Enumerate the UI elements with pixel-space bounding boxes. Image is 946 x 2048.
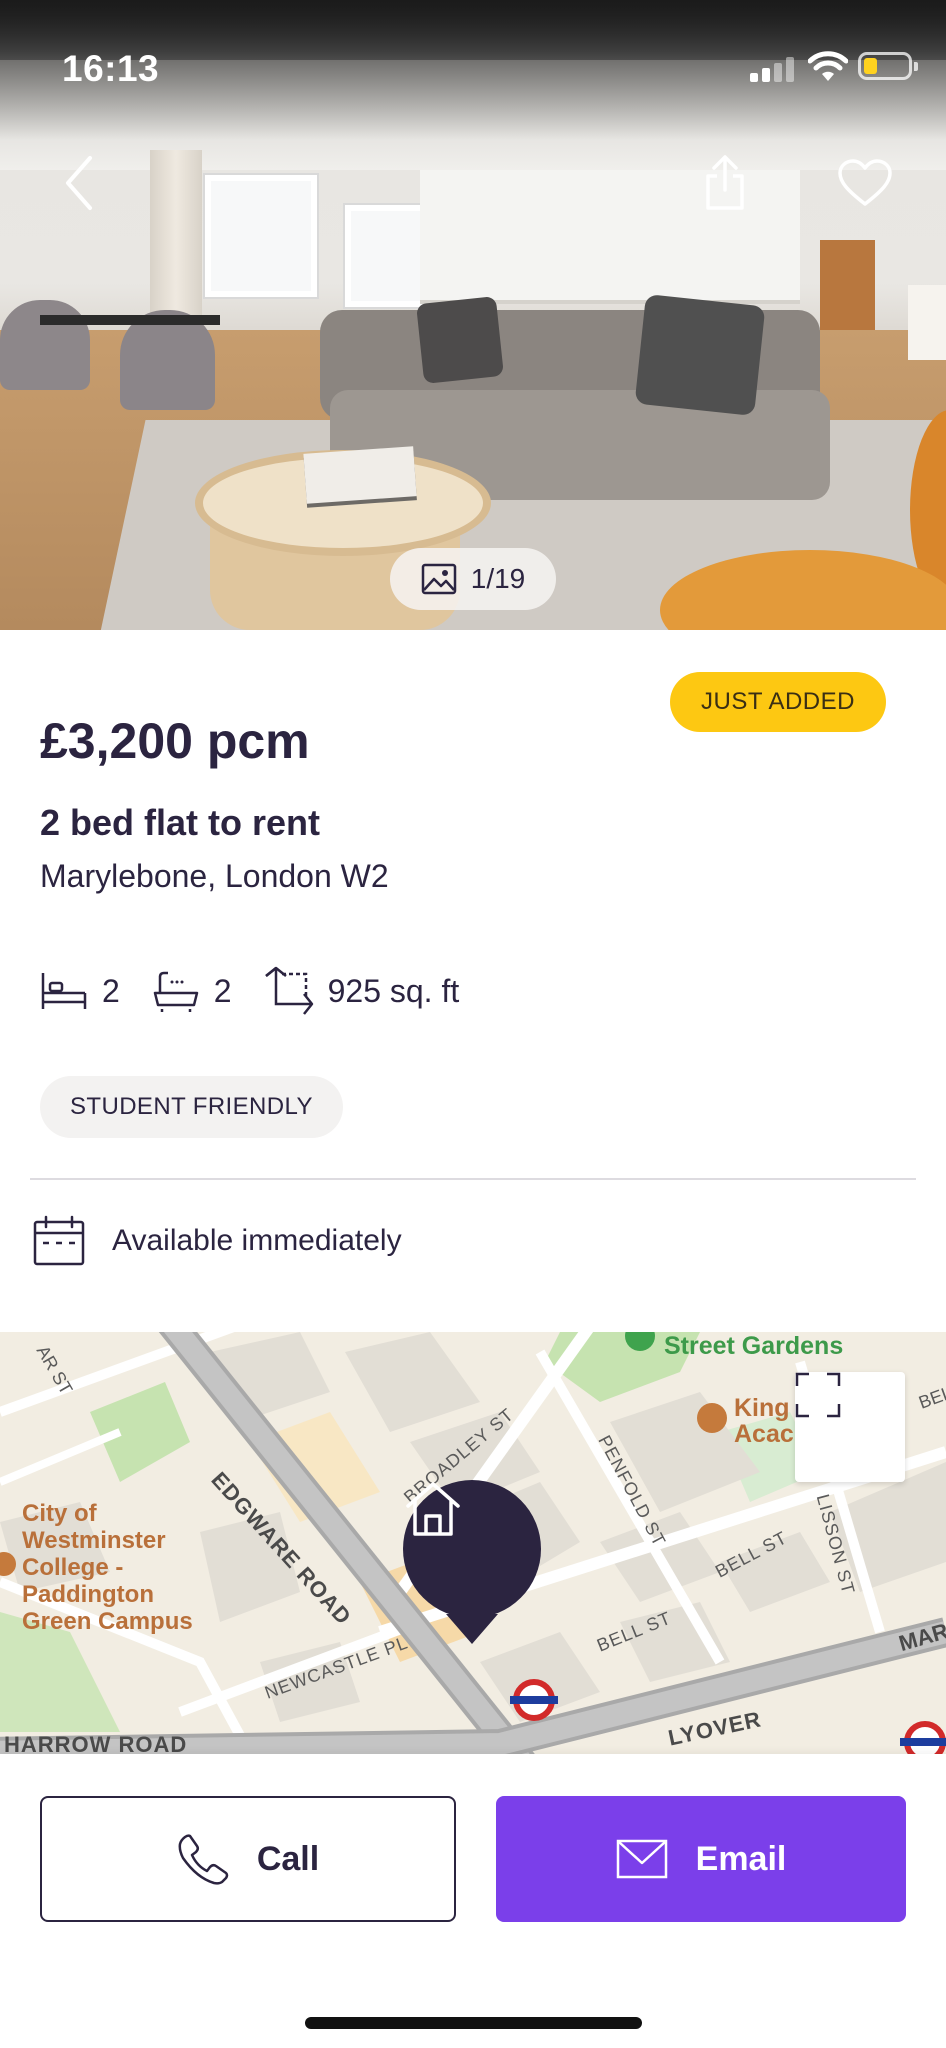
location-map[interactable]: Street Gardens King Acac City of Westmin… — [0, 1332, 946, 1754]
home-icon — [406, 1482, 460, 1536]
image-icon — [421, 563, 456, 595]
bathrooms-count: 2 — [213, 972, 232, 1009]
home-indicator[interactable] — [305, 2017, 642, 2029]
battery-icon — [858, 52, 918, 80]
bedrooms-count: 2 — [102, 972, 120, 1009]
call-button-label: Call — [256, 1839, 320, 1878]
map-label-college-line: Westminster — [22, 1527, 166, 1554]
map-label-gardens: Street Gardens — [664, 1332, 844, 1360]
map-label-college-line: City of — [22, 1500, 97, 1527]
map-label-college-line: Paddington — [22, 1581, 154, 1608]
student-friendly-tag: STUDENT FRIENDLY — [40, 1076, 343, 1138]
back-button[interactable] — [45, 148, 115, 218]
contact-bar: Call Email — [0, 1754, 946, 2048]
phone-icon — [178, 1834, 229, 1885]
photo-lamp — [908, 285, 946, 360]
photo-counter-text: 1/19 — [470, 563, 526, 594]
favourite-button[interactable] — [830, 148, 900, 218]
floor-area-icon — [264, 966, 313, 1015]
bedrooms-feature: 2 — [40, 969, 120, 1013]
cellular-signal-icon — [750, 56, 796, 82]
section-divider — [30, 1178, 916, 1180]
size-feature: 925 sq. ft — [264, 966, 460, 1016]
email-button[interactable]: Email — [496, 1796, 906, 1922]
expand-map-button[interactable] — [795, 1372, 905, 1482]
calendar-icon — [33, 1215, 85, 1266]
availability-row: Available immediately — [32, 1212, 402, 1270]
key-features: 2 2 925 sq. ft — [40, 958, 491, 1024]
share-icon — [706, 155, 744, 210]
photo-books — [303, 446, 417, 504]
heart-icon — [838, 159, 892, 206]
property-type: 2 bed flat to rent — [40, 802, 321, 843]
envelope-icon — [616, 1839, 667, 1879]
chevron-left-icon — [66, 156, 92, 210]
map-label-college: City of Westminster College - Paddington… — [22, 1500, 193, 1635]
just-added-badge: JUST ADDED — [670, 672, 886, 732]
share-button[interactable] — [690, 148, 760, 218]
photo-chair — [0, 300, 90, 390]
property-address: Marylebone, London W2 — [40, 858, 389, 894]
map-label-school: Acac — [734, 1420, 794, 1448]
status-time: 16:13 — [62, 48, 160, 89]
photo-cushion — [634, 294, 766, 416]
photo-window — [345, 205, 427, 307]
map-label-college-line: Green Campus — [22, 1608, 193, 1635]
photo-window — [205, 175, 317, 297]
map-label-school: King — [734, 1394, 790, 1422]
wifi-icon — [808, 51, 848, 81]
property-map-pin[interactable] — [403, 1480, 541, 1618]
bathrooms-feature: 2 — [152, 969, 232, 1013]
photo-dining-table — [40, 315, 220, 325]
status-bar: 16:13 — [0, 0, 946, 120]
listing-price: £3,200 pcm — [40, 713, 310, 769]
map-label-college-line: College - — [22, 1554, 124, 1581]
email-button-label: Email — [695, 1839, 787, 1878]
fullscreen-icon — [795, 1372, 841, 1418]
call-button[interactable]: Call — [40, 1796, 456, 1922]
photo-cushion — [416, 296, 504, 384]
map-pin-pointer — [446, 1614, 498, 1644]
photo-chair — [120, 310, 215, 410]
photo-counter[interactable]: 1/19 — [390, 548, 556, 610]
availability-text: Available immediately — [112, 1224, 402, 1257]
map-label-harrow-road: HARROW ROAD — [4, 1732, 188, 1754]
bath-icon — [153, 971, 199, 1012]
bed-icon — [41, 973, 87, 1009]
size-value: 925 sq. ft — [327, 972, 460, 1009]
